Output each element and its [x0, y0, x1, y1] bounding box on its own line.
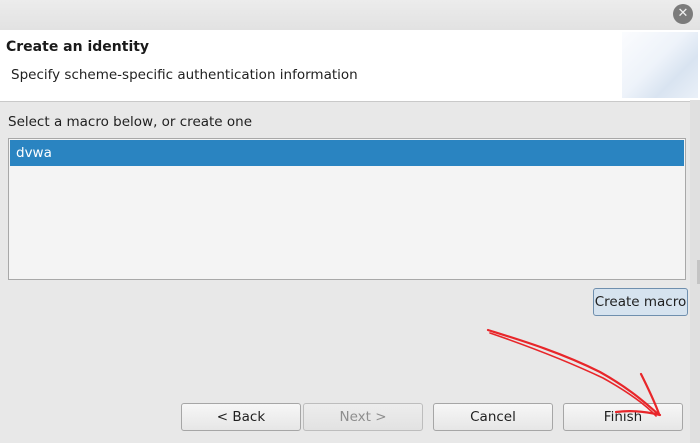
- macro-section-label: Select a macro below, or create one: [8, 114, 253, 130]
- page-description: Specify scheme-specific authentication i…: [11, 67, 358, 83]
- cancel-button[interactable]: Cancel: [433, 403, 553, 431]
- finish-button[interactable]: Finish: [563, 403, 683, 431]
- page-title: Create an identity: [6, 39, 150, 55]
- window-edge: [690, 100, 700, 443]
- wizard-banner-image: [622, 32, 698, 98]
- next-button[interactable]: Next >: [303, 403, 423, 431]
- dialog-titlebar: ✕: [0, 0, 700, 30]
- macro-list[interactable]: dvwa: [8, 138, 686, 280]
- arrow-shaft: [486, 328, 660, 416]
- create-macro-button[interactable]: Create macro: [593, 288, 688, 316]
- macro-list-item[interactable]: dvwa: [10, 140, 684, 166]
- wizard-header: Create an identity Specify scheme-specif…: [0, 30, 700, 102]
- close-icon[interactable]: ✕: [673, 4, 693, 24]
- back-button[interactable]: < Back: [181, 403, 301, 431]
